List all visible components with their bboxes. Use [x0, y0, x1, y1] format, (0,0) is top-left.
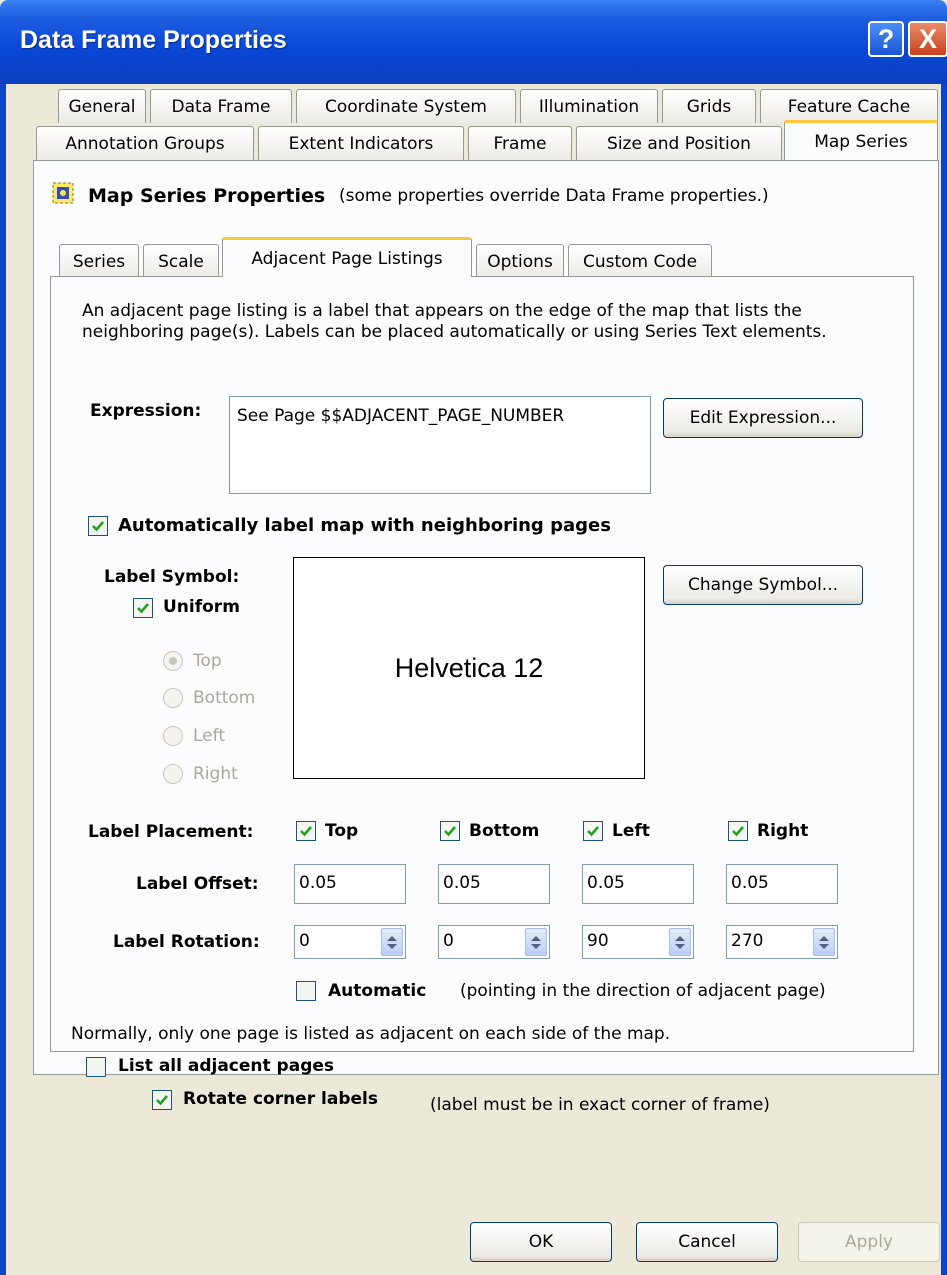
radio-bottom[interactable] — [163, 688, 183, 708]
tab-frame[interactable]: Frame — [468, 126, 572, 160]
placement-right-label: Right — [757, 821, 809, 841]
rotate-corner-note: (label must be in exact corner of frame) — [430, 1095, 770, 1115]
auto-label-checkbox[interactable] — [88, 516, 108, 536]
placement-right-checkbox[interactable] — [728, 821, 748, 841]
expression-label: Expression: — [90, 401, 202, 421]
change-symbol-button[interactable]: Change Symbol... — [663, 565, 863, 605]
rotation-left-value[interactable]: 90 — [587, 931, 609, 951]
label-rotation-label: Label Rotation: — [113, 932, 260, 952]
radio-left[interactable] — [163, 726, 183, 746]
tab-size-and-position[interactable]: Size and Position — [576, 126, 782, 160]
tab-annotation-groups[interactable]: Annotation Groups — [36, 126, 254, 160]
label-offset-label: Label Offset: — [136, 874, 259, 894]
tab-grids[interactable]: Grids — [662, 89, 756, 123]
rotation-top-value[interactable]: 0 — [299, 931, 310, 951]
subtab-custom-code[interactable]: Custom Code — [568, 244, 712, 278]
radio-right[interactable] — [163, 764, 183, 784]
rotation-bottom-value[interactable]: 0 — [443, 931, 454, 951]
subtab-adjacent-page-listings[interactable]: Adjacent Page Listings — [222, 237, 472, 277]
rotate-corner-checkbox[interactable] — [152, 1090, 172, 1110]
rotation-bottom-stepper[interactable]: 0 — [438, 925, 550, 959]
placement-bottom-label: Bottom — [469, 821, 540, 841]
label-placement-label: Label Placement: — [88, 822, 254, 842]
map-series-heading-note: (some properties override Data Frame pro… — [339, 186, 769, 206]
rotation-right-stepper[interactable]: 270 — [726, 925, 838, 959]
title-bar[interactable]: Data Frame Properties ? X — [0, 0, 947, 84]
rotation-left-stepper[interactable]: 90 — [582, 925, 694, 959]
radio-bottom-label: Bottom — [193, 688, 256, 708]
placement-top-label: Top — [325, 821, 359, 841]
description-text: An adjacent page listing is a label that… — [82, 301, 827, 342]
rotate-corner-label: Rotate corner labels — [183, 1089, 378, 1109]
rotation-right-value[interactable]: 270 — [731, 931, 763, 951]
window-title: Data Frame Properties — [20, 26, 287, 54]
subtab-series[interactable]: Series — [59, 244, 139, 278]
tab-coordinate-system[interactable]: Coordinate System — [296, 89, 516, 123]
radio-top[interactable] — [163, 651, 183, 671]
automatic-label: Automatic — [328, 981, 427, 1001]
map-series-icon — [52, 182, 74, 204]
offset-left-input[interactable]: 0.05 — [582, 864, 694, 904]
automatic-note: (pointing in the direction of adjacent p… — [460, 981, 826, 1001]
map-series-heading: Map Series Properties — [88, 185, 326, 207]
uniform-checkbox[interactable] — [133, 598, 153, 618]
list-all-label: List all adjacent pages — [118, 1056, 335, 1076]
spin-arrows-icon[interactable] — [381, 928, 403, 956]
tab-extent-indicators[interactable]: Extent Indicators — [258, 126, 464, 160]
offset-right-input[interactable]: 0.05 — [726, 864, 838, 904]
ok-button[interactable]: OK — [470, 1222, 612, 1262]
placement-top-checkbox[interactable] — [296, 821, 316, 841]
placement-left-checkbox[interactable] — [583, 821, 603, 841]
spin-arrows-icon[interactable] — [813, 928, 835, 956]
radio-right-label: Right — [193, 764, 238, 784]
offset-top-input[interactable]: 0.05 — [294, 864, 406, 904]
normally-text: Normally, only one page is listed as adj… — [71, 1024, 671, 1044]
spin-arrows-icon[interactable] — [669, 928, 691, 956]
subtab-scale[interactable]: Scale — [143, 244, 219, 278]
spin-arrows-icon[interactable] — [525, 928, 547, 956]
placement-left-label: Left — [612, 821, 650, 841]
edit-expression-button[interactable]: Edit Expression... — [663, 398, 863, 438]
tab-feature-cache[interactable]: Feature Cache — [760, 89, 938, 123]
close-button[interactable]: X — [908, 21, 947, 57]
radio-top-label: Top — [193, 651, 222, 671]
list-all-checkbox[interactable] — [86, 1057, 106, 1077]
tab-general[interactable]: General — [58, 89, 146, 123]
auto-label-text: Automatically label map with neighboring… — [118, 515, 611, 536]
tab-data-frame[interactable]: Data Frame — [150, 89, 292, 123]
uniform-label: Uniform — [163, 597, 240, 617]
symbol-preview[interactable]: Helvetica 12 — [293, 557, 645, 779]
window-border-left — [0, 84, 6, 1275]
label-symbol-label: Label Symbol: — [104, 567, 240, 587]
apply-button[interactable]: Apply — [798, 1222, 940, 1262]
tab-illumination[interactable]: Illumination — [520, 89, 658, 123]
help-button[interactable]: ? — [868, 21, 904, 57]
expression-textarea[interactable]: See Page $$ADJACENT_PAGE_NUMBER — [229, 396, 651, 494]
rotation-top-stepper[interactable]: 0 — [294, 925, 406, 959]
offset-bottom-input[interactable]: 0.05 — [438, 864, 550, 904]
placement-bottom-checkbox[interactable] — [440, 821, 460, 841]
window-border-right — [941, 84, 947, 1275]
subtab-options[interactable]: Options — [476, 244, 564, 278]
automatic-checkbox[interactable] — [296, 981, 316, 1001]
cancel-button[interactable]: Cancel — [636, 1222, 778, 1262]
radio-left-label: Left — [193, 726, 225, 746]
tab-map-series[interactable]: Map Series — [784, 120, 938, 160]
